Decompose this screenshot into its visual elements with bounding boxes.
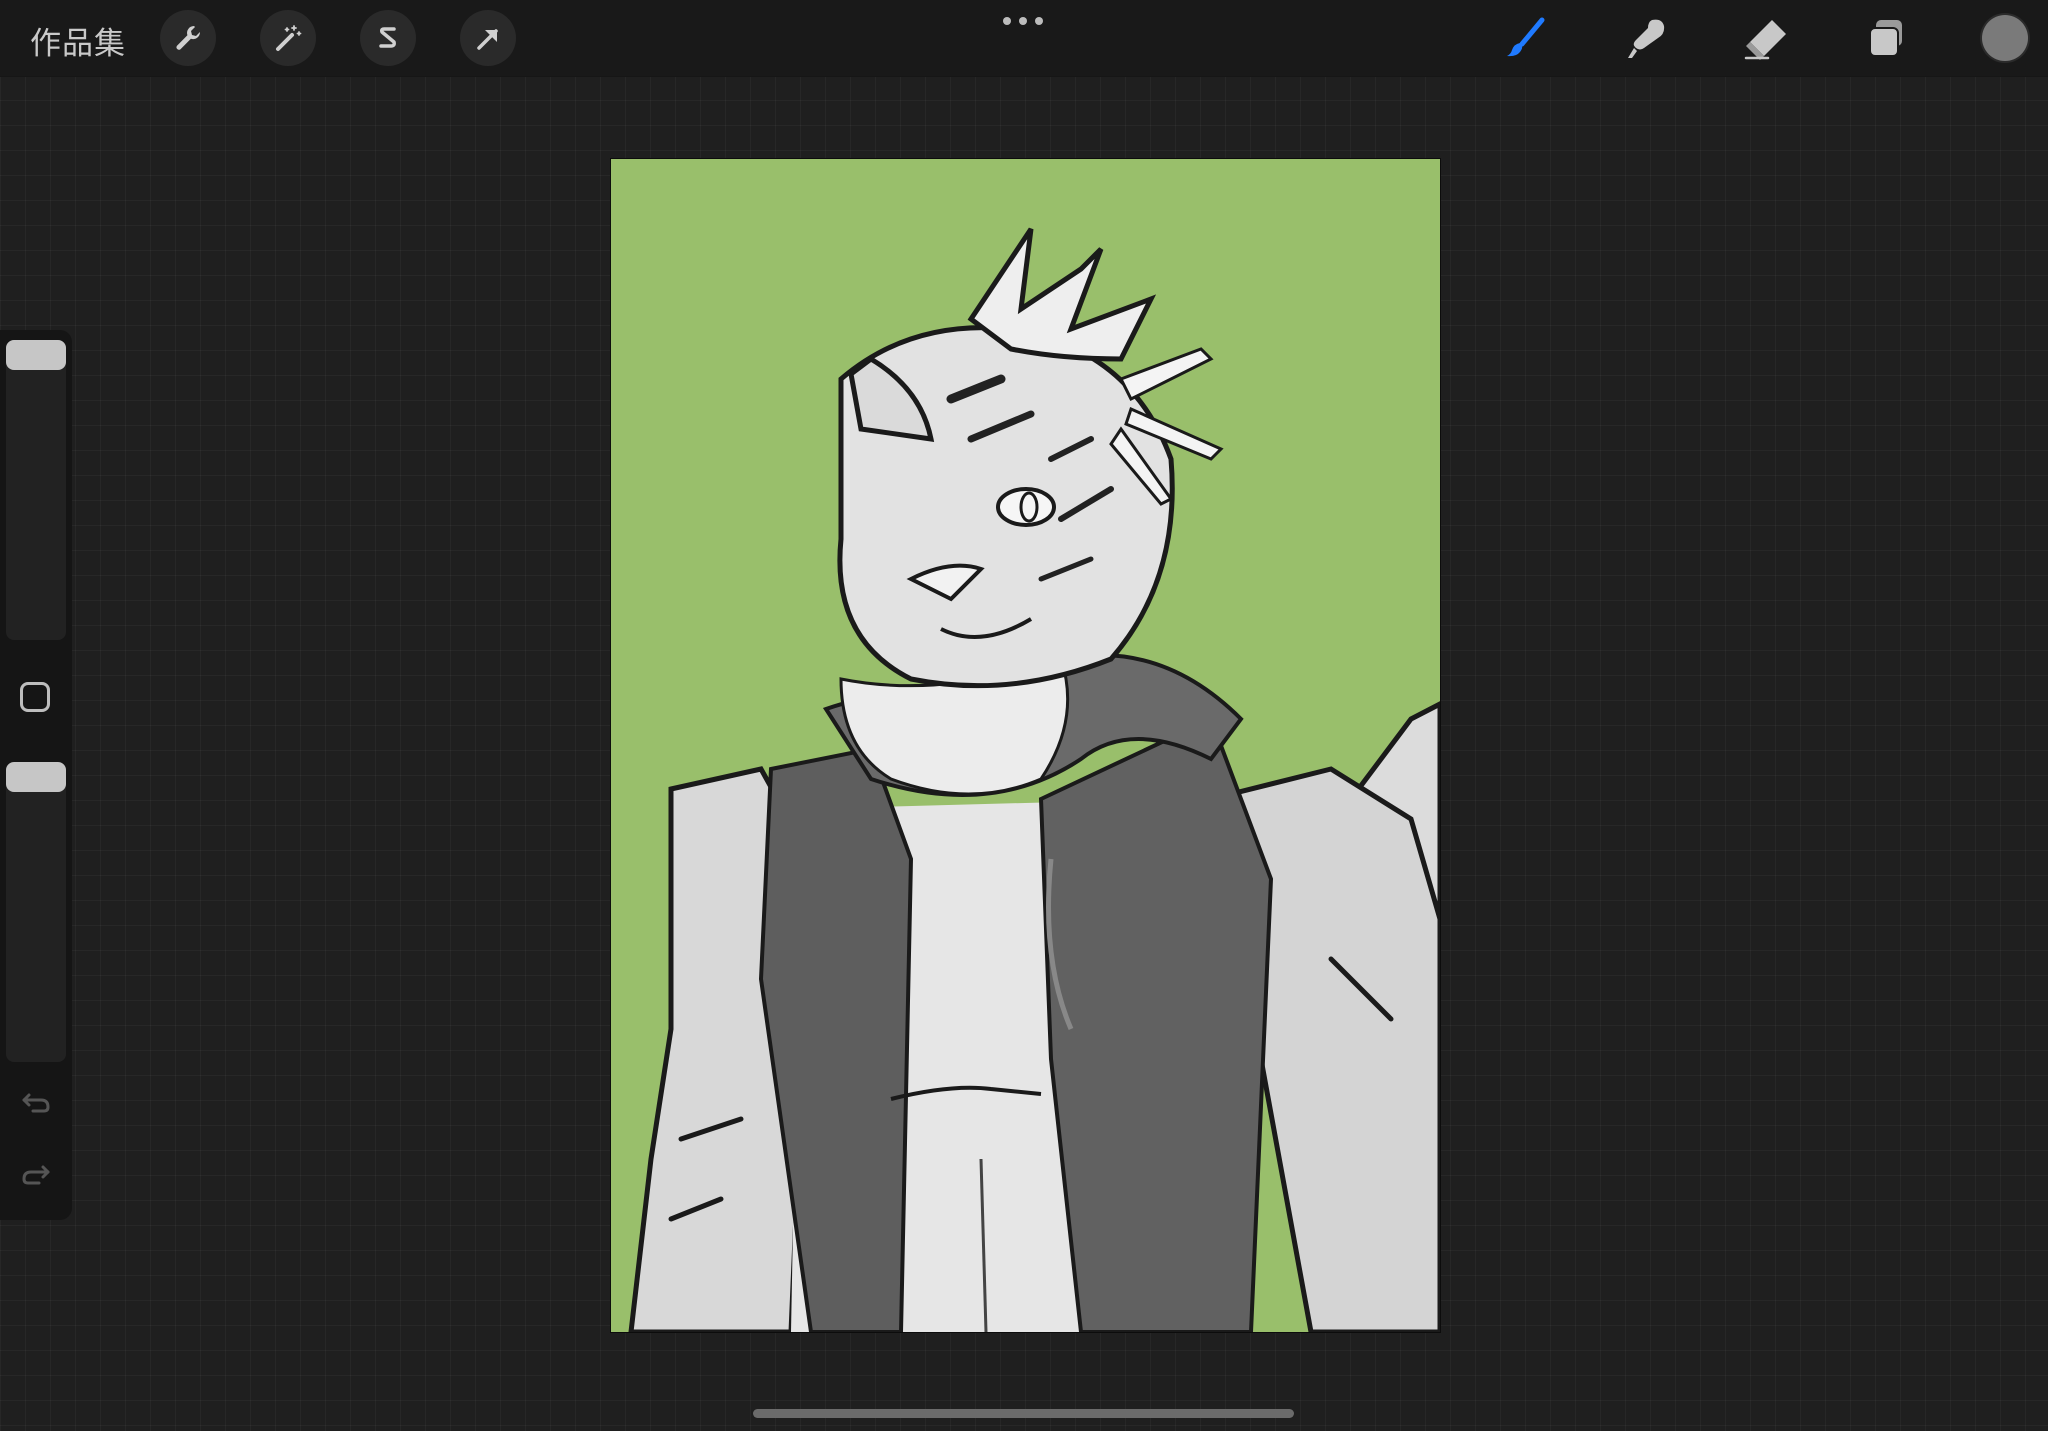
eraser-icon — [1744, 20, 1786, 60]
gallery-button[interactable]: 作品集 — [30, 18, 126, 63]
layers-icon — [1869, 20, 1902, 57]
actions-button[interactable] — [160, 10, 216, 66]
home-indicator[interactable] — [753, 1409, 1294, 1418]
magic-wand-icon — [276, 25, 302, 51]
opacity-slider[interactable] — [6, 762, 66, 1062]
redo-arrow-icon — [22, 1165, 50, 1185]
paintbrush-icon — [1507, 17, 1545, 57]
smudge-finger-icon — [1628, 19, 1665, 58]
redo-button[interactable] — [18, 1156, 54, 1192]
layers-button[interactable] — [1858, 12, 1914, 64]
opacity-thumb[interactable] — [6, 762, 66, 792]
dot — [1003, 17, 1011, 25]
arrow-cursor-icon — [477, 29, 498, 50]
dot — [1035, 17, 1043, 25]
dot — [1019, 17, 1027, 25]
brush-size-thumb[interactable] — [6, 340, 66, 370]
adjustments-button[interactable] — [260, 10, 316, 66]
transform-button[interactable] — [460, 10, 516, 66]
color-picker-button[interactable] — [1982, 15, 2028, 61]
procreate-app: 作品集 — [0, 0, 2048, 1431]
wrench-icon — [176, 26, 201, 50]
top-toolbar: 作品集 — [0, 0, 2048, 77]
undo-arrow-icon — [22, 1093, 50, 1113]
selection-s-icon — [379, 27, 396, 48]
brush-tool-button[interactable] — [1498, 12, 1554, 64]
selection-button[interactable] — [360, 10, 416, 66]
square-icon[interactable] — [20, 682, 50, 712]
artwork-illustration — [611, 159, 1440, 1332]
smudge-tool-button[interactable] — [1618, 12, 1674, 64]
drawing-canvas[interactable] — [611, 159, 1440, 1332]
left-sidebar — [0, 330, 72, 1220]
ellipsis-icon[interactable] — [1003, 14, 1043, 28]
brush-size-slider[interactable] — [6, 340, 66, 640]
eraser-tool-button[interactable] — [1738, 12, 1794, 64]
undo-button[interactable] — [18, 1084, 54, 1120]
